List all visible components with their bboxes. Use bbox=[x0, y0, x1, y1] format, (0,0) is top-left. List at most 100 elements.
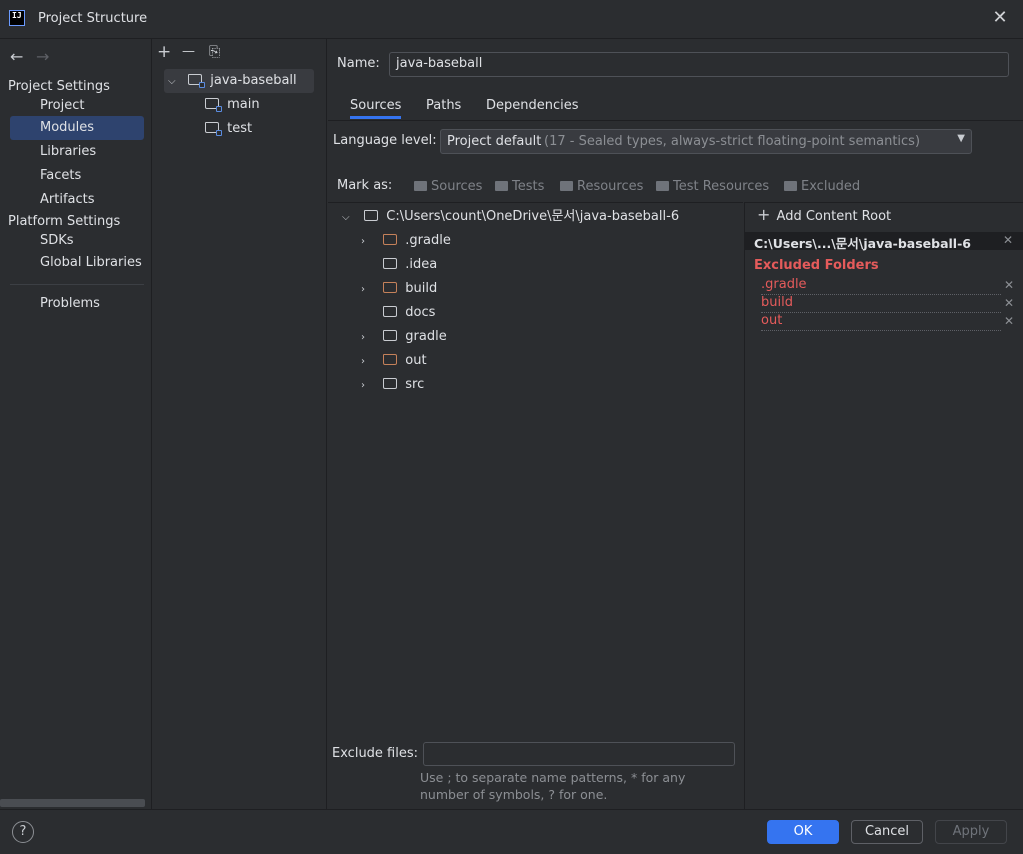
excluded-folder-icon bbox=[383, 354, 398, 365]
add-content-root-button[interactable]: + Add Content Root bbox=[757, 205, 892, 225]
mark-tests-button[interactable]: Tests bbox=[495, 178, 544, 196]
tree-item-gradle[interactable]: › gradle bbox=[361, 325, 447, 349]
exclude-hint-line-2: number of symbols, ? for one. bbox=[420, 787, 608, 802]
module-tree-item-main[interactable]: main bbox=[205, 94, 260, 116]
excluded-folder-icon bbox=[383, 282, 398, 293]
remove-excluded-icon[interactable]: ✕ bbox=[1004, 296, 1014, 310]
apply-button[interactable]: Apply bbox=[935, 820, 1007, 844]
chevron-right-icon[interactable]: › bbox=[361, 350, 373, 374]
tab-dependencies[interactable]: Dependencies bbox=[486, 97, 579, 119]
language-level-value: Project default bbox=[447, 134, 542, 149]
cancel-button[interactable]: Cancel bbox=[851, 820, 923, 844]
chevron-right-icon[interactable]: › bbox=[361, 230, 373, 254]
remove-excluded-icon[interactable]: ✕ bbox=[1004, 314, 1014, 328]
folder-icon bbox=[364, 210, 379, 221]
back-arrow-icon[interactable]: ← bbox=[10, 47, 23, 66]
folder-icon bbox=[383, 378, 398, 389]
name-label: Name: bbox=[337, 56, 380, 71]
nav-item-libraries[interactable]: Libraries bbox=[10, 140, 144, 164]
platform-settings-heading: Platform Settings bbox=[8, 214, 121, 229]
copy-icon[interactable]: ⎘ bbox=[209, 44, 220, 61]
content-root-row[interactable]: C:\Users\...\문서\java-baseball-6 ✕ bbox=[744, 232, 1023, 251]
exclude-files-label: Exclude files: bbox=[332, 746, 419, 761]
plus-icon: + bbox=[757, 205, 771, 224]
help-icon[interactable]: ? bbox=[12, 821, 34, 843]
folder-icon bbox=[560, 181, 573, 191]
nav-item-project[interactable]: Project bbox=[10, 94, 144, 118]
nav-divider bbox=[10, 284, 144, 285]
mark-sources-button[interactable]: Sources bbox=[414, 178, 482, 196]
content-root-path: C:\Users\...\문서\java-baseball-6 bbox=[754, 236, 971, 251]
mark-resources-label: Resources bbox=[577, 179, 644, 194]
remove-icon[interactable]: — bbox=[182, 43, 195, 60]
mark-test-resources-button[interactable]: Test Resources bbox=[656, 178, 769, 196]
module-tree-item-test[interactable]: test bbox=[205, 118, 252, 140]
remove-excluded-icon[interactable]: ✕ bbox=[1004, 278, 1014, 292]
tree-item-dot-idea[interactable]: .idea bbox=[361, 253, 437, 277]
intellij-logo-icon: IJ bbox=[9, 10, 25, 26]
chevron-right-icon[interactable]: › bbox=[361, 374, 373, 398]
module-name-test: test bbox=[227, 121, 253, 136]
tree-item-label: .gradle bbox=[405, 233, 451, 248]
name-field[interactable]: java-baseball bbox=[389, 52, 1009, 77]
module-name-main: main bbox=[227, 97, 260, 112]
tree-item-out[interactable]: › out bbox=[361, 349, 427, 373]
mark-test-resources-label: Test Resources bbox=[673, 179, 770, 194]
tree-item-label: docs bbox=[405, 305, 436, 320]
language-level-hint: (17 - Sealed types, always-strict floati… bbox=[544, 134, 921, 149]
nav-item-modules[interactable]: Modules bbox=[10, 116, 144, 140]
mark-resources-button[interactable]: Resources bbox=[560, 178, 643, 196]
exclude-hint-line-1: Use ; to separate name patterns, * for a… bbox=[420, 770, 686, 785]
excluded-folder-icon bbox=[383, 234, 398, 245]
excluded-folder-row: .gradle bbox=[761, 278, 1001, 295]
module-tree-root[interactable]: ⌵ java-baseball bbox=[168, 70, 297, 92]
language-level-select[interactable]: Project default (17 - Sealed types, alwa… bbox=[440, 129, 972, 154]
folder-icon bbox=[414, 181, 427, 191]
module-folder-icon bbox=[188, 74, 206, 88]
mark-sources-label: Sources bbox=[431, 179, 483, 194]
mark-as-label: Mark as: bbox=[337, 178, 393, 193]
title-bar: IJ Project Structure ✕ bbox=[0, 0, 1023, 39]
tab-paths[interactable]: Paths bbox=[426, 97, 461, 119]
add-icon[interactable]: + bbox=[157, 44, 171, 61]
nav-item-artifacts[interactable]: Artifacts bbox=[10, 188, 144, 212]
nav-item-sdks[interactable]: SDKs bbox=[10, 229, 144, 253]
tree-item-src[interactable]: › src bbox=[361, 373, 424, 397]
tree-root-row[interactable]: ⌵ C:\Users\count\OneDrive\문서\java-baseba… bbox=[342, 205, 679, 229]
nav-item-facets[interactable]: Facets bbox=[10, 164, 144, 188]
settings-nav: ← → Project Settings Project Modules Lib… bbox=[0, 39, 152, 809]
close-icon[interactable]: ✕ bbox=[990, 8, 1010, 28]
remove-content-root-icon[interactable]: ✕ bbox=[1003, 233, 1013, 247]
chevron-down-icon[interactable]: ⌵ bbox=[342, 206, 354, 230]
tree-item-label: .idea bbox=[405, 257, 438, 272]
tabs-divider bbox=[328, 120, 1023, 121]
project-settings-heading: Project Settings bbox=[8, 79, 110, 94]
tab-sources[interactable]: Sources bbox=[350, 97, 402, 119]
excluded-folders-heading: Excluded Folders bbox=[754, 258, 879, 273]
name-field-value: java-baseball bbox=[396, 56, 483, 71]
add-content-root-label: Add Content Root bbox=[776, 209, 892, 224]
language-level-label: Language level: bbox=[333, 133, 437, 148]
chevron-right-icon[interactable]: › bbox=[361, 326, 373, 350]
excluded-folder-row: build bbox=[761, 296, 1001, 313]
folder-icon bbox=[656, 181, 669, 191]
horizontal-scrollbar[interactable] bbox=[0, 799, 145, 807]
tree-item-dot-gradle[interactable]: › .gradle bbox=[361, 229, 451, 253]
window-title: Project Structure bbox=[38, 11, 148, 26]
tree-root-path: C:\Users\count\OneDrive\문서\java-baseball… bbox=[386, 209, 680, 224]
folder-icon bbox=[383, 258, 398, 269]
exclude-files-input[interactable] bbox=[423, 742, 735, 766]
tree-item-docs[interactable]: docs bbox=[361, 301, 435, 325]
folder-icon bbox=[495, 181, 508, 191]
tree-item-build[interactable]: › build bbox=[361, 277, 437, 301]
ok-button[interactable]: OK bbox=[767, 820, 839, 844]
chevron-down-icon[interactable]: ⌵ bbox=[168, 71, 180, 93]
module-list-pane: + — ⎘ bbox=[152, 39, 327, 809]
mark-excluded-button[interactable]: Excluded bbox=[784, 178, 860, 196]
chevron-right-icon[interactable]: › bbox=[361, 278, 373, 302]
nav-item-global-libraries[interactable]: Global Libraries bbox=[10, 251, 144, 275]
nav-item-problems[interactable]: Problems bbox=[10, 292, 144, 316]
mark-tests-label: Tests bbox=[512, 179, 545, 194]
tree-item-label: gradle bbox=[405, 329, 447, 344]
forward-arrow-icon[interactable]: → bbox=[36, 47, 49, 66]
